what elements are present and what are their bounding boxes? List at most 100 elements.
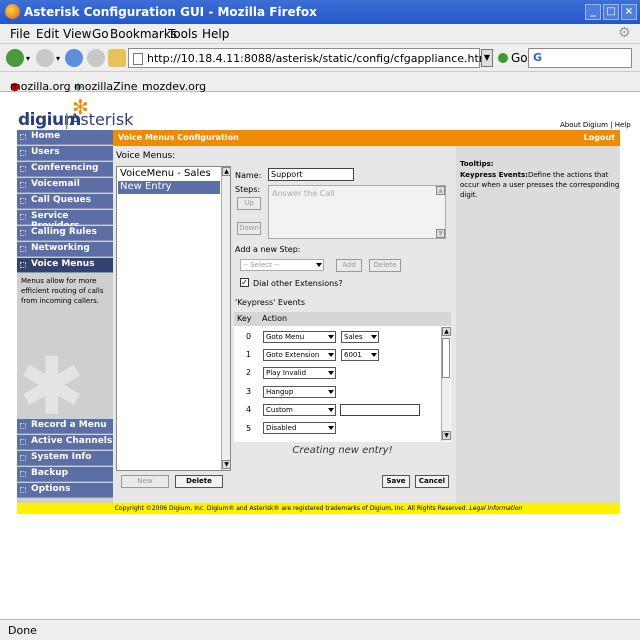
sidebar-item-users[interactable]: Users — [17, 146, 113, 161]
sidebar-item-label: Backup — [31, 468, 69, 478]
save-button[interactable]: Save — [382, 475, 410, 488]
sidebar-item-voicemail[interactable]: Voicemail — [17, 178, 113, 193]
top-links[interactable]: About Digium | Help — [560, 121, 631, 129]
sidebar-item-service-providers[interactable]: Service Providers — [17, 210, 113, 231]
reload-icon[interactable] — [65, 49, 83, 67]
footer: Copyright ©2006 Digium, Inc. Digium® and… — [17, 503, 620, 514]
delete-step-button[interactable]: Delete — [369, 259, 401, 272]
copyright-text: Copyright ©2006 Digium, Inc. Digium® and… — [114, 505, 468, 512]
add-step-button[interactable]: Add — [336, 259, 362, 272]
search-input[interactable]: G — [528, 48, 632, 68]
menu-tools[interactable]: Tools — [168, 27, 198, 41]
step-select[interactable]: -- Select -- — [240, 259, 324, 271]
legal-link[interactable]: Legal Information — [469, 505, 522, 512]
event-arg-value: 6001 — [344, 351, 362, 359]
event-action-value: Play Invalid — [266, 369, 307, 377]
menu-file[interactable]: File — [10, 27, 30, 41]
home-icon[interactable] — [108, 49, 126, 67]
menu-edit[interactable]: Edit — [36, 27, 59, 41]
sidebar-item-calling-rules[interactable]: Calling Rules — [17, 226, 113, 241]
event-action-select[interactable]: Play Invalid — [263, 367, 336, 379]
sidebar-item-options[interactable]: Options — [17, 483, 113, 498]
event-arg-select[interactable]: Sales — [341, 331, 379, 343]
scroll-down-icon[interactable]: ▼ — [436, 229, 445, 238]
page-title: Voice Menus Configuration — [118, 133, 239, 142]
sidebar-item-voice-menus[interactable]: Voice Menus — [17, 258, 113, 273]
event-action-value: Hangup — [266, 388, 294, 396]
event-action-select[interactable]: Hangup — [263, 386, 336, 398]
logout-link[interactable]: Logout — [584, 133, 615, 142]
event-action-select[interactable]: Custom — [263, 404, 336, 416]
scroll-up-icon[interactable]: ▲ — [436, 186, 445, 195]
sidebar-item-conferencing[interactable]: Conferencing — [17, 162, 113, 177]
forward-dropdown-icon[interactable]: ▾ — [56, 54, 60, 63]
menu-help[interactable]: Help — [202, 27, 229, 41]
list-scrollbar[interactable]: ▲ ▼ — [221, 167, 231, 470]
list-item[interactable]: VoiceMenu - Sales — [118, 168, 220, 181]
list-item[interactable]: New Entry — [118, 181, 220, 194]
menu-bookmarks[interactable]: Bookmarks — [110, 27, 177, 41]
voice-menus-list[interactable]: VoiceMenu - Sales New Entry ▲ ▼ — [116, 166, 231, 471]
go-button[interactable]: Go — [498, 51, 528, 65]
url-input[interactable]: http://10.18.4.11:8088/asterisk/static/c… — [128, 48, 493, 68]
window-title: Asterisk Configuration GUI - Mozilla Fir… — [24, 5, 317, 19]
new-button[interactable]: New — [121, 475, 169, 488]
sidebar-item-label: Conferencing — [31, 163, 99, 173]
sidebar-item-label: Call Queues — [31, 195, 92, 205]
event-key: 1 — [246, 350, 252, 359]
sidebar-item-label: Networking — [31, 243, 90, 253]
maximize-button[interactable]: □ — [603, 4, 619, 20]
asterisk-watermark-icon: ✱ — [18, 340, 86, 433]
custom-action-input[interactable] — [340, 404, 420, 416]
forward-icon[interactable] — [36, 49, 54, 67]
name-input[interactable]: Support — [268, 168, 354, 181]
scroll-down-icon[interactable]: ▼ — [442, 431, 451, 440]
sidebar-item-backup[interactable]: Backup — [17, 467, 113, 482]
minimize-button[interactable]: _ — [585, 4, 601, 20]
sidebar-item-call-queues[interactable]: Call Queues — [17, 194, 113, 209]
grip-icon — [20, 455, 26, 461]
step-up-button[interactable]: Up — [237, 197, 261, 210]
scroll-up-icon[interactable]: ▲ — [442, 327, 451, 336]
scroll-down-icon[interactable]: ▼ — [222, 460, 231, 469]
sidebar-item-networking[interactable]: Networking — [17, 242, 113, 257]
delete-button[interactable]: Delete — [175, 475, 223, 488]
scroll-up-icon[interactable]: ▲ — [222, 167, 231, 176]
url-dropdown-icon[interactable]: ▼ — [481, 49, 493, 67]
menu-view[interactable]: View — [63, 27, 91, 41]
bookmarks-toolbar: ● mozilla.org ◆ mozillaZine ▫ mozdev.org — [0, 72, 640, 93]
status-bar: Done — [0, 619, 640, 640]
sidebar-item-label: System Info — [31, 452, 92, 462]
close-button[interactable]: × — [621, 4, 637, 20]
grip-icon — [20, 198, 26, 204]
step-down-button[interactable]: Down — [237, 222, 261, 235]
menu-go[interactable]: Go — [92, 27, 109, 41]
sidebar-item-active-channels[interactable]: Active Channels — [17, 435, 113, 450]
sidebar-item-system-info[interactable]: System Info — [17, 451, 113, 466]
event-action-value: Custom — [266, 406, 293, 414]
dial-other-checkbox[interactable]: ✓ — [240, 278, 249, 287]
event-arg-select[interactable]: 6001 — [341, 349, 379, 361]
list-item[interactable]: Answer the Call — [272, 189, 335, 198]
sidebar-item-label: Active Channels — [31, 436, 113, 446]
event-action-select[interactable]: Goto Menu — [263, 331, 336, 343]
event-action-value: Goto Extension — [266, 351, 320, 359]
event-action-select[interactable]: Goto Extension — [263, 349, 336, 361]
scroll-thumb[interactable] — [442, 338, 450, 378]
steps-list[interactable]: Answer the Call ▲ ▼ — [268, 185, 446, 239]
sidebar-item-label: Users — [31, 147, 60, 157]
bookmark-label: mozdev.org — [142, 80, 207, 93]
grip-icon — [20, 246, 26, 252]
name-label: Name: — [235, 171, 262, 180]
event-action-select[interactable]: Disabled — [263, 422, 336, 434]
sidebar-item-home[interactable]: Home — [17, 130, 113, 145]
event-key: 4 — [246, 405, 252, 414]
back-dropdown-icon[interactable]: ▾ — [26, 54, 30, 63]
cancel-button[interactable]: Cancel — [415, 475, 449, 488]
bookmark-label: mozillaZine — [74, 80, 138, 93]
bookmark-label: mozilla.org — [10, 80, 71, 93]
grip-icon — [20, 214, 26, 220]
back-icon[interactable] — [6, 49, 24, 67]
stop-icon[interactable] — [87, 49, 105, 67]
events-scrollbar[interactable]: ▲ ▼ — [441, 327, 451, 441]
